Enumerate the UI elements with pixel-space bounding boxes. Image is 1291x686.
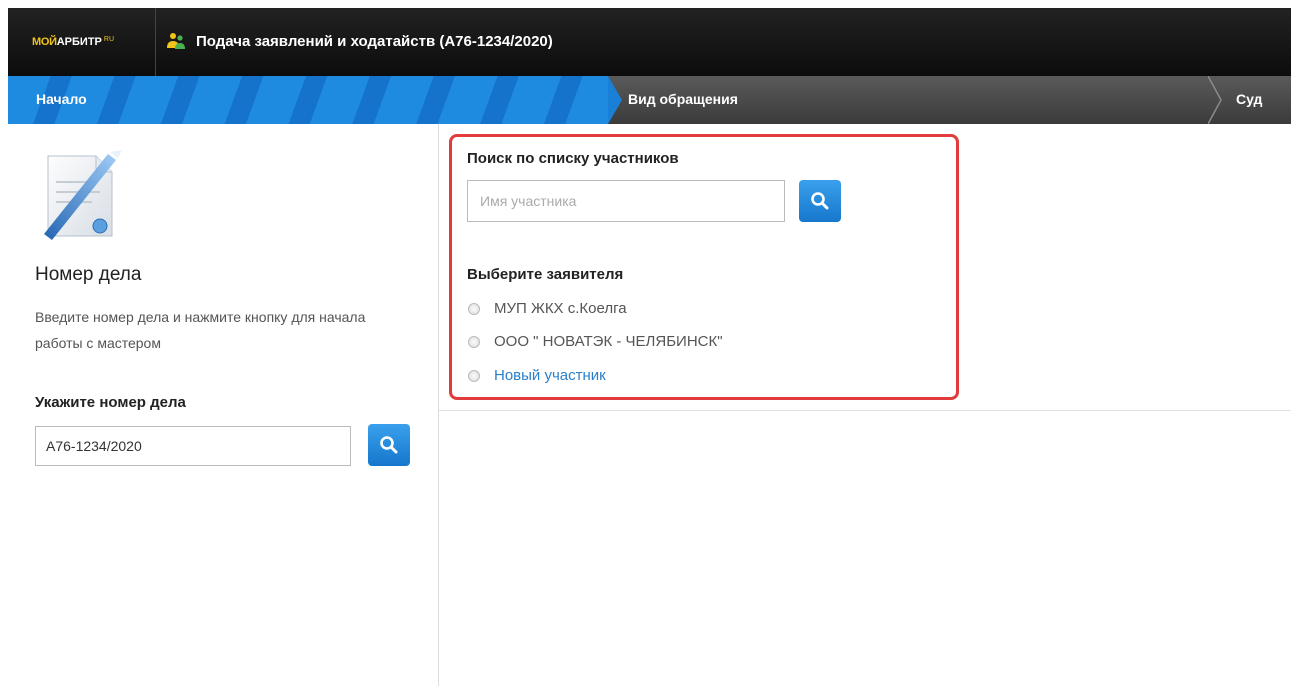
wizard-step-start-label[interactable]: Начало (36, 91, 87, 107)
case-number-heading: Номер дела (35, 264, 142, 285)
app-title: Подача заявлений и ходатайств (А76-1234/… (166, 32, 553, 50)
applicant-option[interactable]: ООО " НОВАТЭК - ЧЕЛЯБИНСК" (468, 333, 723, 350)
applicant-option[interactable]: МУП ЖКХ с.Коелга (468, 300, 627, 317)
logo-part-2: АРБИТР (56, 36, 102, 48)
magnifier-icon (811, 192, 829, 210)
top-bar: МОЙ АРБИТР RU Подача заявлений и ходатай… (8, 8, 1291, 76)
radio-button[interactable] (468, 335, 480, 348)
wizard-step-request-type-label[interactable]: Вид обращения (628, 91, 738, 107)
logo-part-3: RU (103, 35, 115, 43)
wizard-steps: Начало Вид обращения Суд (8, 76, 1291, 124)
logo-part-1: МОЙ (32, 36, 57, 48)
document-pen-icon (38, 148, 124, 247)
case-number-label: Укажите номер дела (35, 394, 186, 411)
app-title-text: Подача заявлений и ходатайств (А76-1234/… (196, 32, 553, 50)
radio-button[interactable] (468, 302, 480, 315)
applicant-option-new[interactable]: Новый участник (468, 367, 606, 384)
wizard-step-start[interactable] (8, 76, 608, 124)
participant-search-input[interactable] (467, 180, 785, 222)
participant-search-button[interactable] (799, 180, 841, 222)
new-participant-link[interactable]: Новый участник (494, 367, 606, 384)
applicant-option-label: ООО " НОВАТЭК - ЧЕЛЯБИНСК" (494, 333, 723, 350)
radio-button[interactable] (468, 369, 480, 382)
applicant-option-label: МУП ЖКХ с.Коелга (494, 300, 627, 317)
logo[interactable]: МОЙ АРБИТР RU (16, 8, 156, 76)
case-search-button[interactable] (368, 424, 410, 466)
wizard-step-court-label[interactable]: Суд (1236, 91, 1262, 107)
case-number-panel: Номер дела Введите номер дела и нажмите … (8, 124, 439, 686)
wizard-separator-chevron (1208, 76, 1222, 124)
wizard-step-start-arrow (608, 76, 622, 124)
panel-divider (439, 410, 1291, 411)
magnifier-icon (380, 436, 398, 454)
case-number-description: Введите номер дела и нажмите кнопку для … (35, 309, 366, 351)
participant-search-title: Поиск по списку участников (467, 150, 679, 167)
people-icon (166, 32, 186, 50)
applicant-select-title: Выберите заявителя (467, 266, 624, 283)
case-number-input[interactable] (35, 426, 351, 466)
